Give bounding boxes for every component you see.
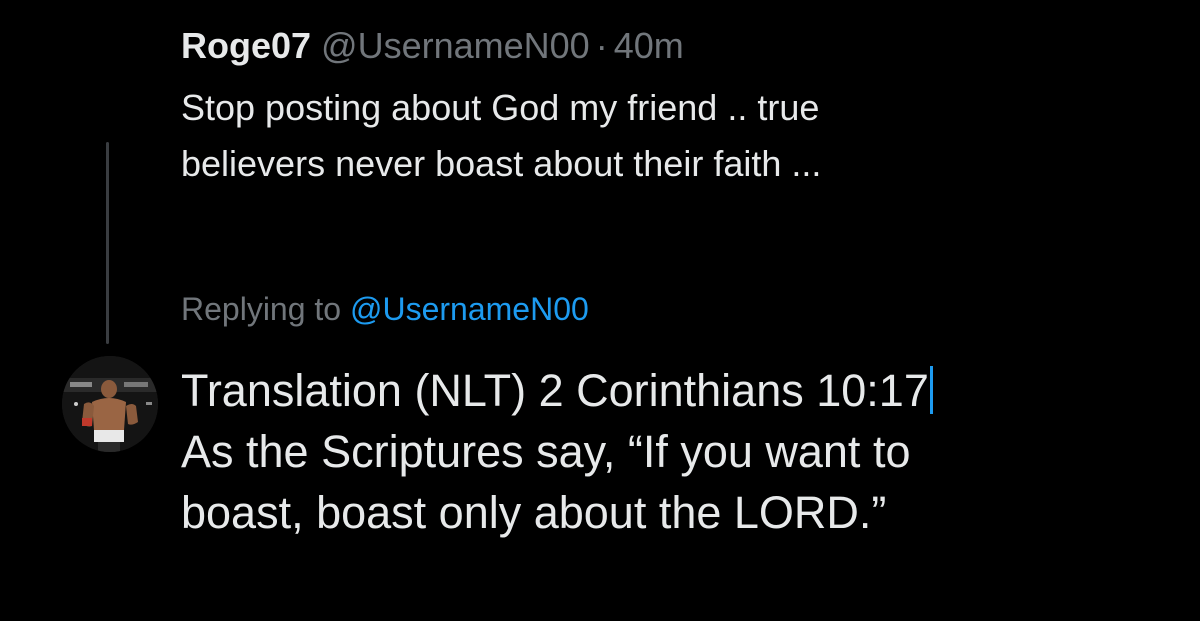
replying-to: Replying to @UsernameN00 xyxy=(181,287,589,331)
tweet-timestamp[interactable]: 40m xyxy=(614,25,684,66)
author-handle[interactable]: @UsernameN00 xyxy=(321,25,590,66)
reply-compose-text[interactable]: Translation (NLT) 2 Corinthians 10:17 As… xyxy=(181,360,1171,543)
tweet-text-line: believers never boast about their faith … xyxy=(181,143,822,184)
tweet-header: Roge07 @UsernameN00 · 40m xyxy=(181,22,1161,70)
thread-connector-line xyxy=(106,142,109,344)
avatar[interactable] xyxy=(62,356,158,452)
avatar-image xyxy=(62,356,158,452)
compose-text-line: Translation (NLT) 2 Corinthians 10:17 xyxy=(181,360,1171,421)
compose-text-line: boast, boast only about the LORD.” xyxy=(181,487,887,538)
header-separator: · xyxy=(595,25,608,66)
compose-text-line-content: Translation (NLT) 2 Corinthians 10:17 xyxy=(181,365,929,416)
replying-to-handle[interactable]: @UsernameN00 xyxy=(350,291,589,327)
replying-to-label: Replying to xyxy=(181,291,350,327)
author-display-name[interactable]: Roge07 xyxy=(181,25,311,66)
tweet-text-line: Stop posting about God my friend .. true xyxy=(181,87,820,128)
text-cursor xyxy=(929,366,933,414)
tweet-body: Stop posting about God my friend .. true… xyxy=(181,80,1161,192)
parent-tweet[interactable]: Roge07 @UsernameN00 · 40m Stop posting abou… xyxy=(181,22,1161,192)
compose-text-line: As the Scriptures say, “If you want to xyxy=(181,426,911,477)
